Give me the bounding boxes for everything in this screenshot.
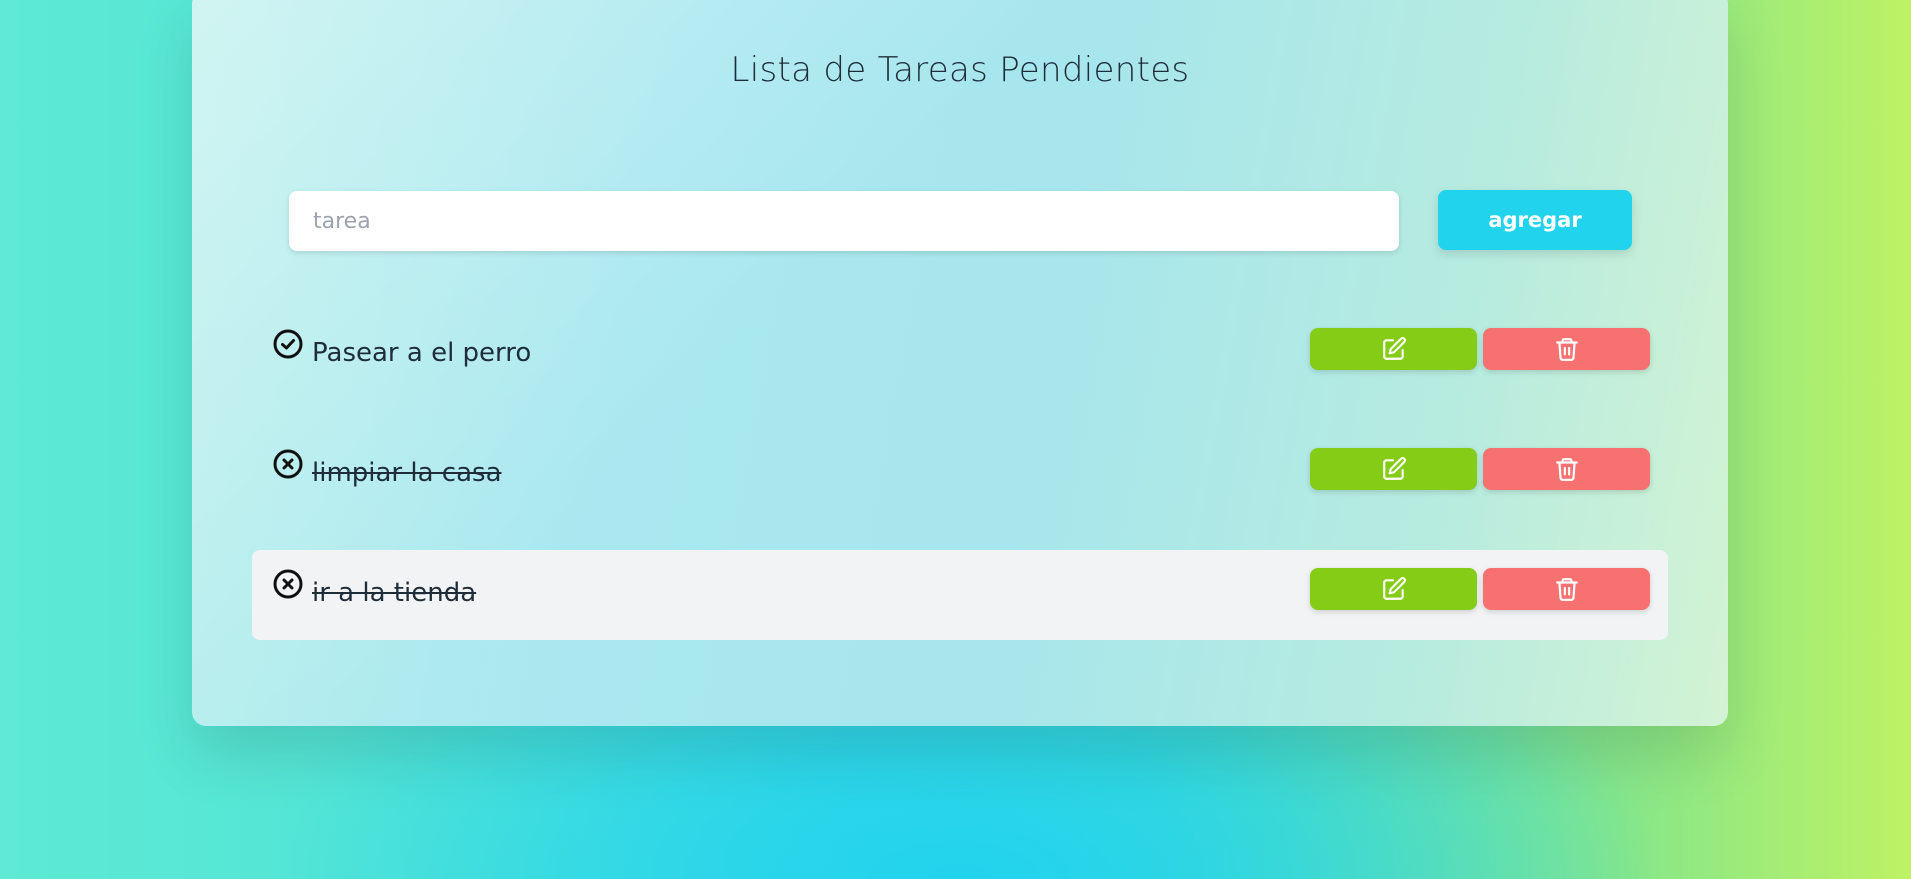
task-item: ir a la tienda [252, 550, 1668, 640]
trash-icon [1555, 578, 1578, 601]
x-circle-icon[interactable] [272, 568, 304, 600]
task-input[interactable] [289, 191, 1399, 251]
task-list: Pasear a el perro limpiar la casa ir a l… [252, 310, 1668, 670]
x-circle-icon[interactable] [272, 448, 304, 480]
page-title: Lista de Tareas Pendientes [730, 50, 1190, 90]
trash-icon [1555, 458, 1578, 481]
delete-task-button[interactable] [1483, 448, 1650, 490]
trash-icon [1555, 338, 1578, 361]
add-task-button[interactable]: agregar [1438, 190, 1632, 250]
delete-task-button[interactable] [1483, 328, 1650, 370]
task-text: limpiar la casa [312, 458, 502, 488]
task-item: limpiar la casa [252, 430, 1668, 520]
edit-icon [1382, 457, 1406, 480]
delete-task-button[interactable] [1483, 568, 1650, 610]
todo-card: Lista de Tareas Pendientes agregar Pasea… [192, 0, 1728, 726]
edit-task-button[interactable] [1310, 568, 1477, 610]
task-text: Pasear a el perro [312, 338, 532, 368]
task-item: Pasear a el perro [252, 310, 1668, 400]
check-circle-icon[interactable] [272, 328, 304, 360]
task-text: ir a la tienda [312, 578, 477, 608]
edit-task-button[interactable] [1310, 328, 1477, 370]
edit-task-button[interactable] [1310, 448, 1477, 490]
edit-icon [1382, 577, 1406, 600]
edit-icon [1382, 337, 1406, 360]
